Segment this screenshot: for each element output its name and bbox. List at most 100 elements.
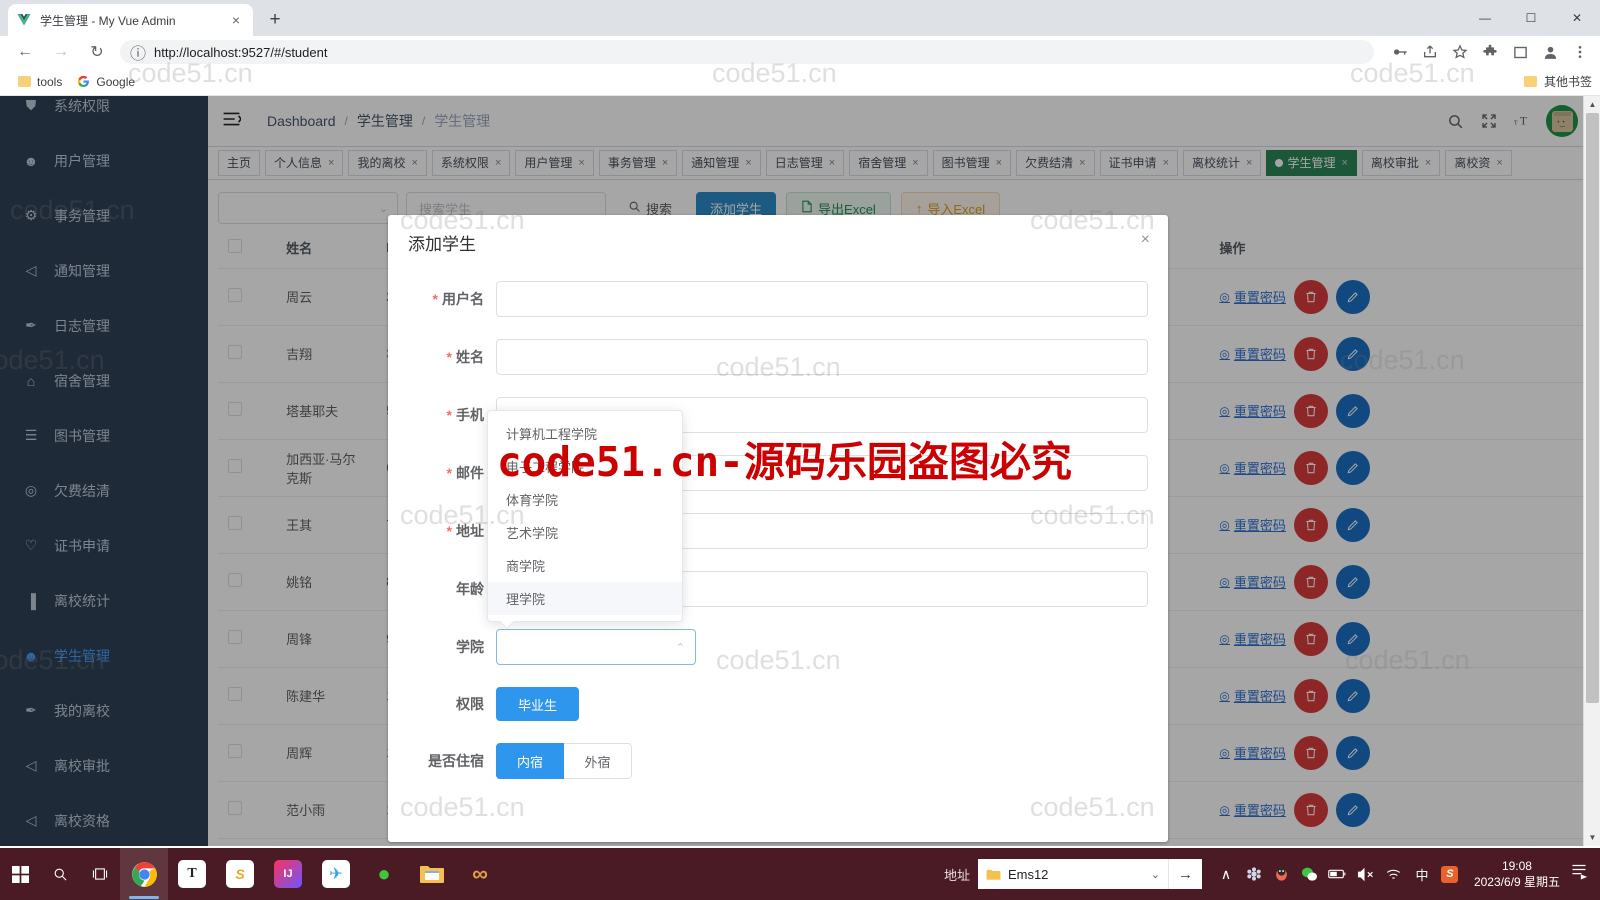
taskbar-app-jetbrains[interactable]: IJ [264,848,312,900]
browser-tab-strip: 学生管理 - My Vue Admin × + — ☐ ✕ [0,0,1600,36]
taskbar-app-typora[interactable]: T [168,848,216,900]
address-bar[interactable]: ⓘ http://localhost:9527/#/student [120,40,1374,64]
page-scrollbar[interactable]: ▲ ▼ [1583,96,1600,846]
address-toolbar-value: Ems12 [1008,867,1151,882]
star-icon[interactable] [1446,39,1474,65]
dialog-title: 添加学生 [408,230,476,255]
site-info-icon[interactable]: ⓘ [130,44,146,60]
form-row-dorm: 是否住宿 内宿 外宿 [408,743,1148,779]
dropdown-option-2[interactable]: 体育学院 [488,483,682,516]
menu-icon[interactable] [1566,39,1594,65]
taskbar-app-wechat[interactable]: ● [360,848,408,900]
qq-icon[interactable] [1268,848,1296,900]
dorm-option-inside[interactable]: 内宿 [496,743,564,779]
reload-button[interactable]: ↻ [82,38,112,66]
field-input-1[interactable] [496,339,1148,375]
field-label-college: 学院 [408,637,496,657]
required-marker: * [447,407,452,423]
scrollbar-thumb[interactable] [1586,113,1599,703]
close-icon[interactable]: × [1141,231,1150,249]
sublime-icon: S [226,860,254,888]
taskbar-active-indicator [129,896,159,899]
forward-button[interactable]: → [46,38,76,66]
clock-date: 2023/6/9 星期五 [1474,874,1560,890]
permission-value-button[interactable]: 毕业生 [496,687,579,721]
field-label-1: *姓名 [408,347,496,367]
notifications-icon[interactable] [1570,863,1588,886]
taskbar-search-icon[interactable] [40,848,80,900]
field-label-4: *地址 [408,521,496,541]
share-icon[interactable] [1416,39,1444,65]
dropdown-option-0[interactable]: 计算机工程学院 [488,417,682,450]
dorm-option-outside[interactable]: 外宿 [564,743,632,779]
loop-icon: ∞ [466,860,494,888]
clock-time: 19:08 [1474,858,1560,874]
browser-toolbar: ← → ↻ ⓘ http://localhost:9527/#/student [0,36,1600,68]
windows-start-icon[interactable] [0,848,40,900]
extensions-icon[interactable] [1476,39,1504,65]
tab-close-icon[interactable]: × [227,11,245,29]
key-icon[interactable] [1386,39,1414,65]
bookmark-google[interactable]: Google [69,71,142,93]
bookmark-tools[interactable]: tools [10,71,69,93]
profile-icon[interactable] [1536,39,1564,65]
taskbar-app-chrome[interactable] [120,848,168,900]
scroll-up-arrow[interactable]: ▲ [1584,96,1600,113]
scroll-down-arrow[interactable]: ▼ [1584,829,1600,846]
dropdown-option-5[interactable]: 理学院 [488,582,682,615]
address-toolbar-input[interactable]: Ems12 ⌄ [978,859,1168,889]
required-marker: * [433,291,438,307]
college-dropdown: 计算机工程学院电子工程学院体育学院艺术学院商学院理学院 [487,410,683,622]
sidepanel-icon[interactable] [1506,39,1534,65]
wifi-icon[interactable] [1380,848,1408,900]
tray-expand-icon[interactable]: ∧ [1212,848,1240,900]
minimize-button[interactable]: — [1462,0,1508,36]
field-label-0: *用户名 [408,289,496,309]
sogou-icon[interactable]: S [1436,848,1464,900]
field-input-0[interactable] [496,281,1148,317]
chevron-down-icon[interactable]: ⌄ [1151,868,1160,881]
field-label-3: *邮件 [408,463,496,483]
folder-icon [986,868,1001,881]
dropdown-option-4[interactable]: 商学院 [488,549,682,582]
taskbar-app-explorer[interactable] [408,848,456,900]
cloud-icon[interactable] [1240,848,1268,900]
form-row-college: 学院 ⌃ [408,629,1148,665]
task-view-icon[interactable] [80,848,120,900]
jetbrains-icon: IJ [274,860,302,888]
wechat-icon: ● [370,860,398,888]
new-tab-button[interactable]: + [262,7,288,33]
telegram-icon: ✈ [322,860,350,888]
clock[interactable]: 19:08 2023/6/9 星期五 [1474,858,1560,890]
form-row-1: *姓名 [408,339,1148,375]
taskbar-app-other[interactable]: ∞ [456,848,504,900]
dropdown-option-3[interactable]: 艺术学院 [488,516,682,549]
browser-tab[interactable]: 学生管理 - My Vue Admin × [8,4,253,36]
other-bookmarks[interactable]: 其他书签 [1524,73,1592,90]
chevron-up-icon: ⌃ [676,641,685,654]
bookmarks-bar: tools Google 其他书签 [0,68,1600,96]
ime-language-icon[interactable]: 中 [1408,848,1436,900]
taskbar: T S IJ ✈ ● ∞ 地址 Ems [0,848,1600,900]
battery-icon[interactable] [1324,848,1352,900]
field-label-5: 年龄 [408,579,496,599]
dialog-header: 添加学生 × [388,215,1168,269]
dropdown-option-1[interactable]: 电子工程学院 [488,450,682,483]
system-tray: ∧ 中 S [1212,848,1464,900]
form-row-0: *用户名 [408,281,1148,317]
maximize-button[interactable]: ☐ [1508,0,1554,36]
required-marker: * [447,523,452,539]
college-select[interactable]: ⌃ [496,629,696,665]
close-button[interactable]: ✕ [1554,0,1600,36]
folder-icon [17,75,31,89]
folder-icon [1524,75,1538,89]
wechat-icon[interactable] [1296,848,1324,900]
back-button[interactable]: ← [10,38,40,66]
volume-mute-icon[interactable] [1352,848,1380,900]
required-marker: * [447,465,452,481]
address-go-button[interactable]: → [1168,859,1202,889]
taskbar-app-sublime[interactable]: S [216,848,264,900]
typora-icon: T [178,860,206,888]
address-toolbar-label: 地址 [944,865,970,884]
taskbar-app-telegram[interactable]: ✈ [312,848,360,900]
